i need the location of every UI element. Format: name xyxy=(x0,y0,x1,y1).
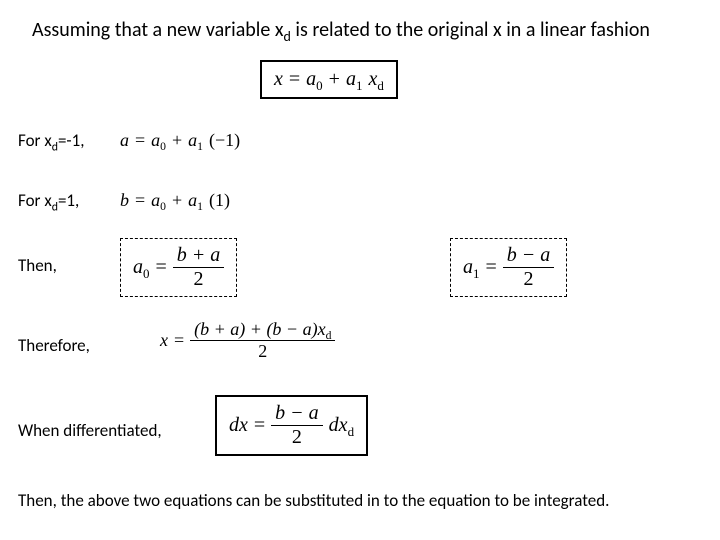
eq-a0: a0 = b + a 2 xyxy=(133,245,224,290)
final-text: Then, the above two equations can be sub… xyxy=(18,490,609,511)
intro-text: Assuming that a new variable xd is relat… xyxy=(32,18,672,46)
lead-for-neg: For xd=-1, xyxy=(18,130,84,154)
eq-main-a0: a0 xyxy=(306,68,323,91)
eq-main-eq: = xyxy=(289,68,300,91)
intro-sub: d xyxy=(284,28,291,45)
eq-main-lhs: x xyxy=(274,68,283,91)
eq-a1-box: a1 = b − a 2 xyxy=(450,238,567,297)
eq-main-xd: xd xyxy=(368,68,383,91)
eq-case-pos: b = a0 + a1 (1) xyxy=(120,190,230,211)
lead-therefore: Therefore, xyxy=(18,335,90,356)
row-for-neg: For xd=-1, xyxy=(18,130,84,154)
eq-main-plus: + xyxy=(329,68,340,91)
eq-case-neg: a = a0 + a1 (−1) xyxy=(120,130,240,151)
eq-dx-box: dx = b − a 2 dxd xyxy=(215,395,368,456)
row-diff: When differentiated, xyxy=(18,420,162,441)
eq-x-frac: (b + a) + (b − a)xd 2 xyxy=(190,320,335,361)
lead-for-pos: For xd=1, xyxy=(18,190,79,214)
row-therefore: Therefore, xyxy=(18,335,90,356)
eq-dx-frac: b − a 2 xyxy=(271,403,323,448)
row-for-pos: For xd=1, xyxy=(18,190,79,214)
lead-then: Then, xyxy=(18,255,57,276)
eq-dx: dx = b − a 2 dxd xyxy=(229,403,354,448)
intro-line: Assuming that a new variable xd is relat… xyxy=(32,18,650,42)
row-then: Then, xyxy=(18,255,57,276)
eq-a0-box: a0 = b + a 2 xyxy=(120,238,237,297)
eq-main-a1: a1 xyxy=(346,68,363,91)
eq-a1: a1 = b − a 2 xyxy=(463,245,554,290)
eq-a1-frac: b − a 2 xyxy=(503,245,555,290)
eq-a0-frac: b + a 2 xyxy=(173,245,225,290)
eq-x-expand: x = (b + a) + (b − a)xd 2 xyxy=(160,320,335,361)
slide: Assuming that a new variable xd is relat… xyxy=(0,0,720,540)
eq-main: x = a0 + a1 xd xyxy=(274,68,384,91)
eq-main-box: x = a0 + a1 xd xyxy=(260,60,398,99)
lead-diff: When differentiated, xyxy=(18,420,162,441)
